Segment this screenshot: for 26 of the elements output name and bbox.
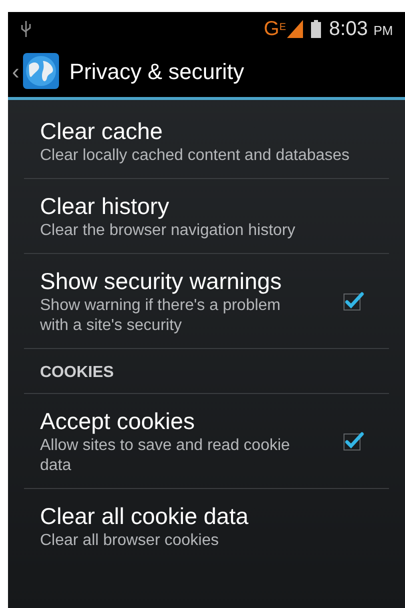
row-summary: Clear all browser cookies <box>40 531 220 551</box>
row-summary: Show warning if there's a problem with a site's security <box>40 296 282 336</box>
usb-icon <box>20 20 32 38</box>
row-summary: Clear the browser navigation history <box>40 221 296 241</box>
battery-icon <box>311 20 321 38</box>
settings-row[interactable]: Show security warnings Show warning if there's a problem with a site's security <box>24 254 389 349</box>
settings-row[interactable]: Clear all cookie data Clear all browser cookies <box>24 489 389 563</box>
screen-title: Privacy & security <box>69 58 244 86</box>
row-title: Accept cookies <box>40 407 196 436</box>
row-summary: Clear locally cached content and databases <box>40 146 351 166</box>
signal-icon <box>287 20 303 38</box>
network-type: G$^{E}$ <box>264 18 286 38</box>
settings-row[interactable]: Accept cookies Allow sites to save and read cookie data <box>24 394 389 489</box>
row-title: Clear cache <box>40 117 164 146</box>
settings-row[interactable]: Clear cache Clear locally cached content and databases <box>24 104 389 179</box>
back-button[interactable]: ‹ <box>12 54 20 88</box>
row-title: Show security warnings <box>40 267 283 296</box>
section-header: COOKIES <box>40 364 114 381</box>
globe-icon <box>21 51 62 91</box>
row-title: Clear history <box>40 192 170 221</box>
checkbox[interactable] <box>341 429 365 453</box>
checkbox[interactable] <box>341 289 365 313</box>
clock: 8:03 PM <box>329 16 393 42</box>
row-title: Clear all cookie data <box>40 502 250 531</box>
settings-row[interactable]: Clear history Clear the browser navigation history <box>24 179 389 254</box>
row-summary: Allow sites to save and read cookie data <box>40 436 291 476</box>
